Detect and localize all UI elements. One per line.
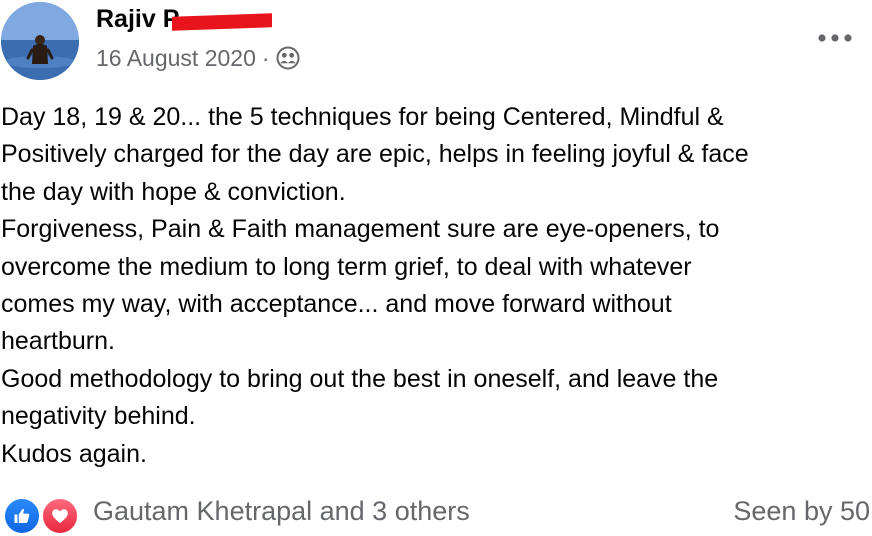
post-body-line: Day 18, 19 & 20... the 5 techniques for … [1,103,724,131]
author-avatar[interactable] [1,2,79,80]
post-card: Rajiv P 16 August 2020 · Day 18, 19 & 20… [0,0,872,536]
post-body-line: Positively charged for the day are epic,… [1,140,749,169]
post-body-line: the day with hope & conviction. [1,177,346,206]
reaction-icons[interactable] [3,497,79,535]
more-options-button[interactable] [812,26,858,50]
post-body-line: Good methodology to bring out the best i… [1,364,719,393]
more-options-icon [818,34,852,42]
redaction-mark [172,13,272,31]
like-icon [3,497,41,535]
meta-separator: · [261,44,270,71]
post-body-line: overcome the medium to long term grief, … [1,252,692,281]
author-line: Rajiv P [96,5,272,37]
post-meta: 16 August 2020 · [96,43,300,73]
post-body: Day 18, 19 & 20... the 5 techniques for … [1,99,872,473]
post-header: Rajiv P 16 August 2020 · [0,0,872,90]
avatar-photo [1,2,79,80]
love-icon [41,497,79,535]
post-body-line: comes my way, with acceptance... and mov… [1,290,672,319]
post-body-line: negativity behind. [1,402,196,431]
post-body-line: heartburn. [1,327,115,356]
reactions-summary[interactable]: Gautam Khetrapal and 3 others [93,496,470,527]
author-name[interactable]: Rajiv P [96,5,179,34]
post-body-line: Forgiveness, Pain & Faith management sur… [1,215,720,244]
seen-by-count[interactable]: Seen by 50 [733,496,870,527]
friends-icon[interactable] [276,46,300,70]
post-footer: Gautam Khetrapal and 3 others Seen by 50 [0,492,872,536]
post-date[interactable]: 16 August 2020 [96,45,256,72]
post-body-line: Kudos again. [1,439,147,468]
